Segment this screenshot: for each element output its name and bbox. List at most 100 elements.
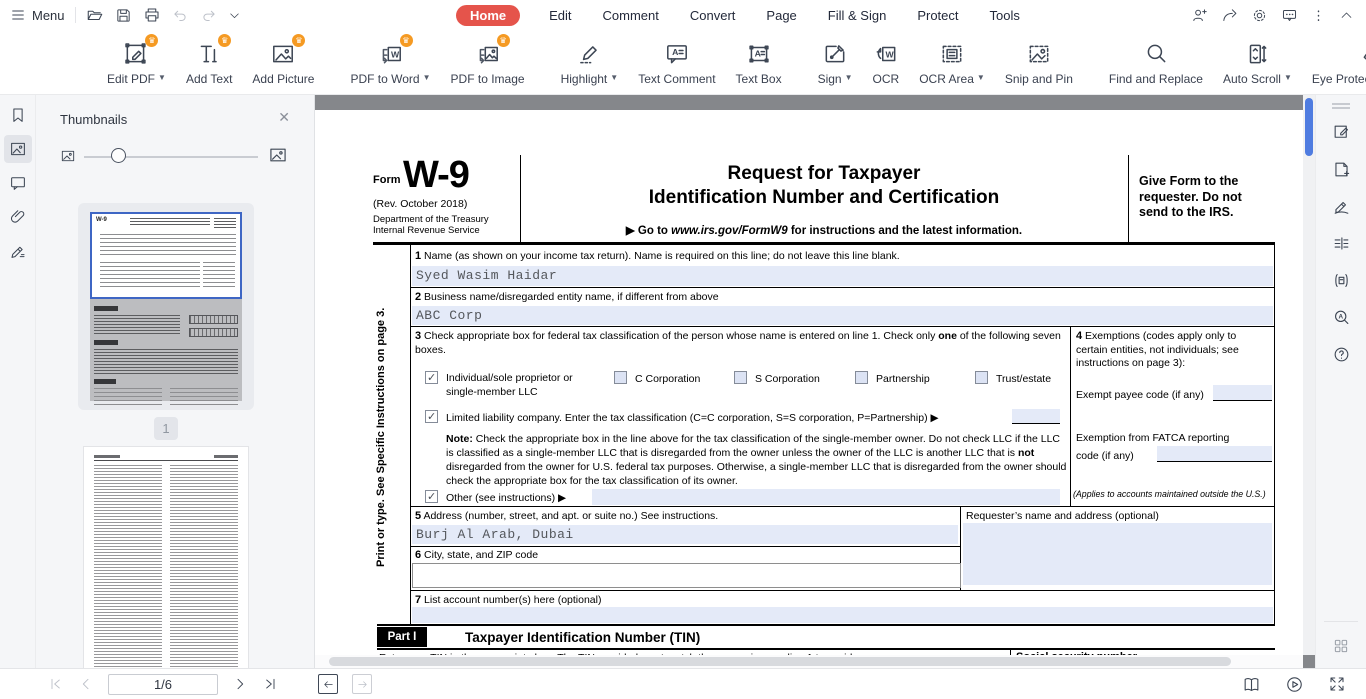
last-page-icon[interactable] — [262, 676, 278, 692]
svg-text:A: A — [672, 47, 679, 57]
snip-and-pin-button[interactable]: Snip and Pin — [995, 39, 1083, 86]
zoom-in-thumbnail-icon[interactable] — [268, 145, 288, 165]
menu-button[interactable]: Menu — [10, 7, 65, 23]
search-text-button[interactable]: A — [1327, 303, 1355, 331]
highlight-button[interactable]: Highlight▼ — [551, 39, 629, 86]
paperclip-icon — [9, 208, 27, 226]
horizontal-scrollbar-thumb[interactable] — [329, 657, 1231, 666]
edit-pdf-button[interactable]: ♛ Edit PDF▼ — [97, 39, 176, 86]
sign-button[interactable]: Sign▼ — [808, 39, 863, 86]
add-text-button[interactable]: ♛ Add Text — [176, 39, 242, 86]
comments-panel-button[interactable] — [4, 169, 32, 197]
collapse-toolbar-icon[interactable] — [1339, 8, 1354, 23]
settings-gear-icon[interactable] — [1251, 7, 1268, 24]
tab-home[interactable]: Home — [456, 5, 520, 26]
feedback-chat-icon[interactable] — [1281, 7, 1298, 24]
previous-view-button[interactable] — [318, 674, 338, 694]
strip-drag-handle[interactable] — [1332, 103, 1350, 109]
thumbnails-panel-button[interactable] — [4, 135, 32, 163]
undo-icon[interactable] — [172, 7, 189, 24]
tab-fill-sign[interactable]: Fill & Sign — [826, 5, 889, 26]
tab-page[interactable]: Page — [764, 5, 798, 26]
line1-name-field[interactable]: Syed Wasim Haidar — [412, 266, 1273, 286]
share-icon[interactable] — [1221, 7, 1238, 24]
more-options-icon[interactable] — [1311, 8, 1326, 23]
zoom-out-thumbnail-icon[interactable] — [60, 148, 76, 164]
tab-tools[interactable]: Tools — [988, 5, 1022, 26]
page-1-number-badge[interactable]: 1 — [154, 417, 178, 440]
widgets-grid-button[interactable] — [1327, 632, 1355, 660]
premium-crown-badge: ♛ — [145, 34, 158, 47]
print-icon[interactable] — [143, 6, 161, 24]
checkbox-individual[interactable] — [425, 371, 438, 384]
ocr-button[interactable]: W OCR — [863, 39, 910, 86]
signatures-panel-button[interactable] — [4, 237, 32, 265]
first-page-icon[interactable] — [48, 676, 64, 692]
page-add-icon — [1332, 160, 1351, 179]
bookmarks-panel-button[interactable] — [4, 101, 32, 129]
invite-user-icon[interactable] — [1191, 7, 1208, 24]
previous-page-icon[interactable] — [78, 676, 94, 692]
thumbnail-size-slider-knob[interactable] — [111, 148, 126, 163]
attachments-panel-button[interactable] — [4, 203, 32, 231]
text-box-button[interactable]: A Text Box — [726, 39, 792, 86]
next-page-icon[interactable] — [232, 676, 248, 692]
form-title-line1: Request for Taxpayer — [520, 163, 1128, 185]
close-panel-icon[interactable]: ✕ — [278, 109, 290, 126]
line3-label: 3 Check appropriate box for federal tax … — [415, 330, 1063, 357]
checkbox-s-corporation[interactable] — [734, 371, 747, 384]
read-mode-button[interactable] — [1327, 266, 1355, 294]
signature-stamp-icon — [1332, 197, 1351, 216]
line5-label: 5 Address (number, street, and apt. or s… — [415, 510, 718, 522]
quick-edit-button[interactable] — [1327, 118, 1355, 146]
pdf-to-image-button[interactable]: ♛ PDF to Image — [441, 39, 535, 86]
form-goto-line: ▶ Go to www.irs.gov/FormW9 for instructi… — [520, 223, 1128, 237]
llc-classification-field[interactable] — [1012, 409, 1060, 424]
exempt-payee-code-field[interactable] — [1213, 385, 1272, 401]
quick-sign-button[interactable] — [1327, 192, 1355, 220]
horizontal-scrollbar[interactable] — [315, 655, 1303, 668]
vertical-scrollbar[interactable] — [1303, 95, 1315, 655]
find-and-replace-button[interactable]: Find and Replace — [1099, 39, 1213, 86]
redo-icon[interactable] — [200, 7, 217, 24]
line7-account-numbers-field[interactable] — [412, 607, 1273, 623]
eye-protection-mode-button[interactable]: Eye Protection Mode▼ — [1302, 39, 1366, 86]
tab-convert[interactable]: Convert — [688, 5, 738, 26]
requester-name-address-field[interactable] — [963, 523, 1272, 585]
fullscreen-icon[interactable] — [1328, 675, 1346, 693]
checkbox-c-corporation[interactable] — [614, 371, 627, 384]
form-border-right — [1274, 245, 1275, 624]
pdf-to-word-button[interactable]: W♛ PDF to Word▼ — [340, 39, 440, 86]
vertical-scrollbar-thumb[interactable] — [1305, 98, 1313, 156]
add-picture-button[interactable]: ♛ Add Picture — [242, 39, 324, 86]
page-number-input[interactable] — [108, 674, 218, 695]
checkbox-llc[interactable] — [425, 410, 438, 423]
line5-address-field[interactable]: Burj Al Arab, Dubai — [412, 525, 958, 544]
tab-edit[interactable]: Edit — [547, 5, 573, 26]
checkbox-trust-estate[interactable] — [975, 371, 988, 384]
new-page-button[interactable] — [1327, 155, 1355, 183]
save-icon[interactable] — [115, 7, 132, 24]
fatca-code-field[interactable] — [1157, 446, 1272, 462]
tab-protect[interactable]: Protect — [915, 5, 960, 26]
presentation-play-icon[interactable] — [1285, 675, 1304, 694]
page-1-thumbnail[interactable]: W-9 — [78, 203, 254, 410]
other-classification-field[interactable] — [592, 489, 1060, 505]
hamburger-icon — [10, 7, 26, 23]
line2-business-name-field[interactable]: ABC Corp — [412, 306, 1273, 325]
text-comment-button[interactable]: A Text Comment — [628, 39, 725, 86]
auto-scroll-button[interactable]: Auto Scroll▼ — [1213, 39, 1302, 86]
checkbox-other[interactable] — [425, 490, 438, 503]
line6-city-state-zip-field[interactable] — [412, 563, 961, 588]
read-mode-book-icon[interactable] — [1242, 675, 1261, 694]
line7-label: 7 List account number(s) here (optional) — [415, 594, 601, 606]
open-file-icon[interactable] — [86, 6, 104, 24]
split-view-button[interactable] — [1327, 229, 1355, 257]
quickbar-dropdown-icon[interactable] — [228, 9, 241, 22]
checkbox-partnership[interactable] — [855, 371, 868, 384]
ocr-area-button[interactable]: OCR Area▼ — [909, 39, 995, 86]
help-button[interactable] — [1327, 340, 1355, 368]
page-2-thumbnail[interactable] — [84, 447, 248, 668]
next-view-button[interactable] — [352, 674, 372, 694]
tab-comment[interactable]: Comment — [601, 5, 661, 26]
